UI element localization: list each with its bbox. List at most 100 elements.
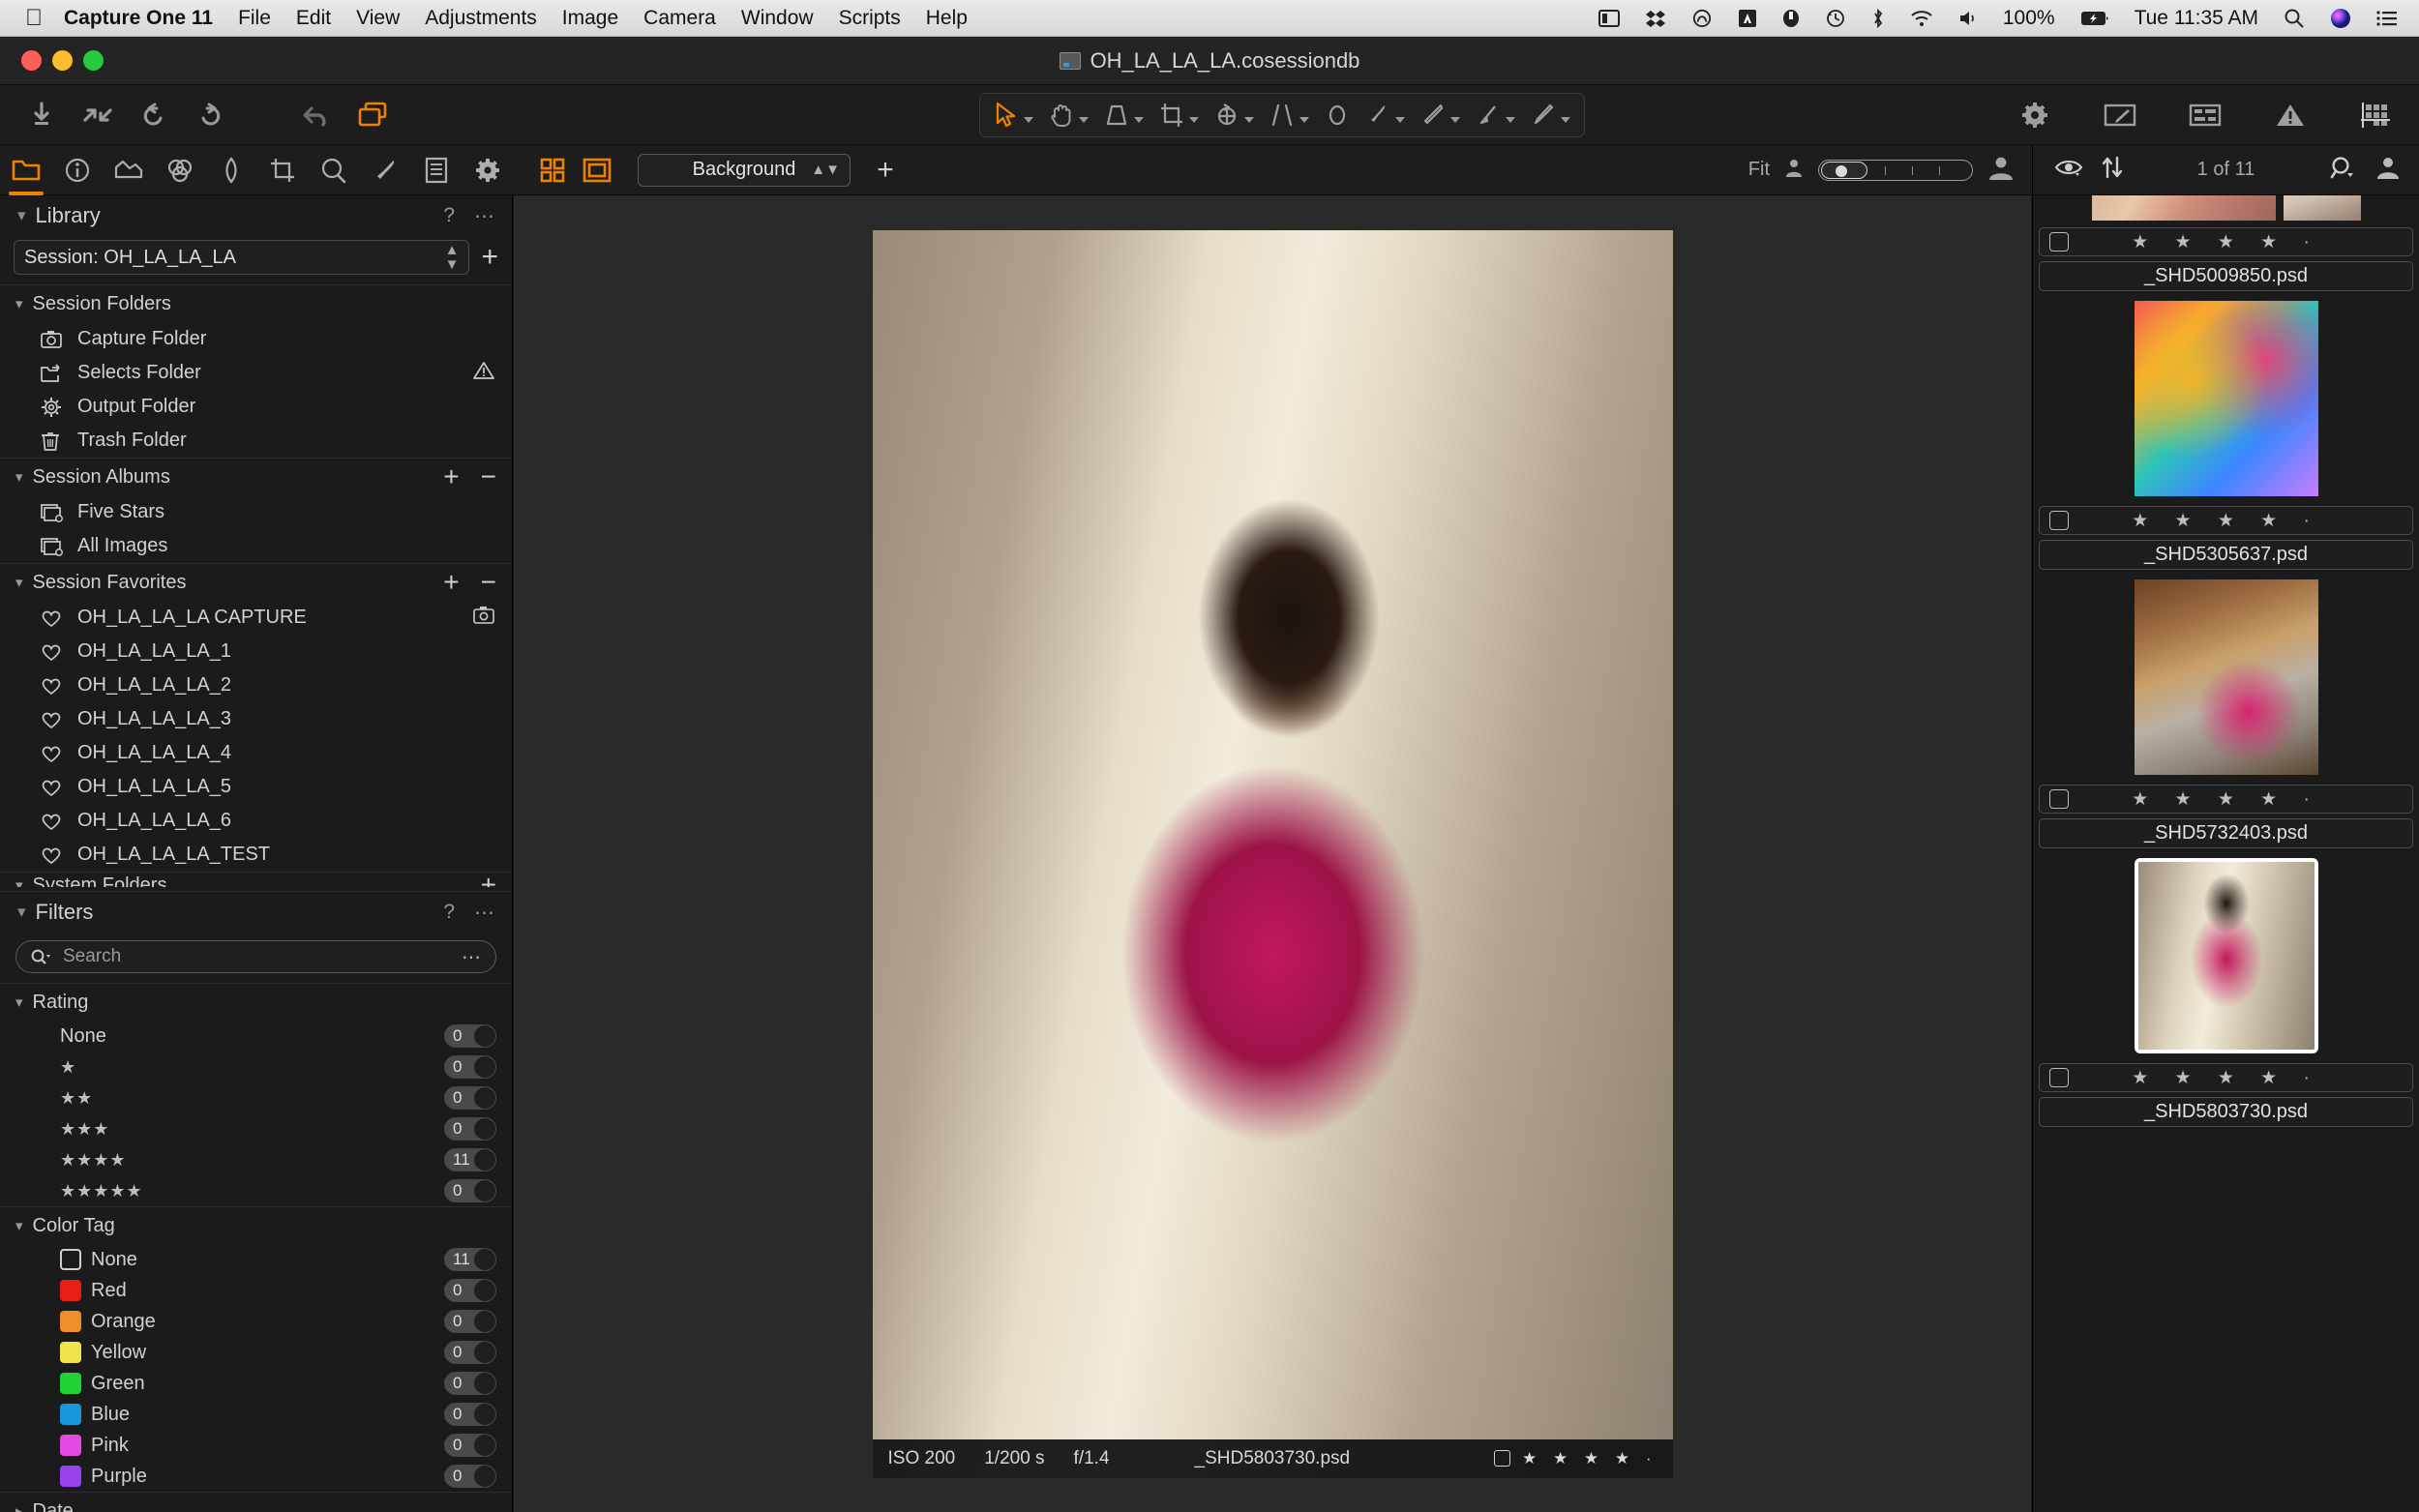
adobe-icon[interactable] bbox=[1738, 9, 1757, 28]
crop-tool[interactable] bbox=[1151, 96, 1207, 134]
rating-row-1[interactable]: ★ 0 bbox=[0, 1052, 512, 1082]
output-tab[interactable] bbox=[466, 151, 509, 190]
library-tab[interactable] bbox=[5, 151, 47, 195]
single-view-icon[interactable] bbox=[578, 153, 616, 188]
thumb-rating-stars[interactable]: ★ ★ ★ ★ · bbox=[2040, 788, 2412, 811]
notification-center-icon[interactable] bbox=[2376, 10, 2398, 27]
bluetooth-icon[interactable] bbox=[1871, 8, 1885, 29]
add-album-button[interactable]: + bbox=[443, 461, 459, 492]
search-icon[interactable] bbox=[2284, 8, 2305, 29]
search-input[interactable]: Search bbox=[63, 946, 121, 967]
menu-item-camera[interactable]: Camera bbox=[643, 7, 716, 30]
color-row-orange[interactable]: Orange 0 bbox=[0, 1306, 512, 1337]
grid-view-icon[interactable] bbox=[533, 153, 572, 188]
thumbnail[interactable] bbox=[2033, 301, 2419, 496]
variants-icon[interactable] bbox=[346, 93, 399, 137]
zoom-icon[interactable] bbox=[2330, 156, 2355, 184]
row-favorite-2[interactable]: OH_LA_LA_LA_2 bbox=[0, 668, 512, 702]
library-more-button[interactable]: ⋯ bbox=[474, 204, 494, 228]
list-item[interactable]: ★ ★ ★ ★ · _SHD5305637.psd bbox=[2033, 506, 2419, 775]
warning-icon[interactable] bbox=[2264, 93, 2316, 137]
thumbnail[interactable] bbox=[2033, 579, 2419, 775]
dropbox-icon[interactable] bbox=[1645, 9, 1666, 28]
layout-icon[interactable] bbox=[2179, 93, 2231, 137]
list-item[interactable]: ★ ★ ★ ★ · _SHD5803730.psd bbox=[2033, 1063, 2419, 1127]
rating-stars[interactable]: ★ ★ ★ ★ · bbox=[1522, 1449, 1657, 1468]
rating-row-2[interactable]: ★★ 0 bbox=[0, 1082, 512, 1113]
rotate-right-icon[interactable] bbox=[184, 93, 236, 137]
lens-tab[interactable] bbox=[107, 151, 150, 190]
details-tab[interactable] bbox=[313, 151, 355, 190]
color-row-pink[interactable]: Pink 0 bbox=[0, 1430, 512, 1461]
sort-icon[interactable] bbox=[2101, 156, 2124, 184]
chevron-down-icon[interactable]: ▾ bbox=[17, 903, 26, 922]
rating-row-none[interactable]: None 0 bbox=[0, 1021, 512, 1052]
rating-count[interactable]: 0 bbox=[444, 1117, 496, 1141]
row-favorite-5[interactable]: OH_LA_LA_LA_5 bbox=[0, 770, 512, 804]
export-icon[interactable] bbox=[72, 93, 124, 137]
session-select[interactable]: Session: OH_LA_LA_LA ▲ ▼ bbox=[14, 240, 470, 275]
close-button[interactable] bbox=[21, 50, 42, 71]
rating-row-3[interactable]: ★★★ 0 bbox=[0, 1113, 512, 1144]
rating-row-4[interactable]: ★★★★ 11 bbox=[0, 1144, 512, 1175]
undo-icon[interactable] bbox=[290, 93, 343, 137]
row-all-images-album[interactable]: All Images bbox=[0, 529, 512, 563]
edit-icon[interactable] bbox=[2094, 93, 2146, 137]
color-row-purple[interactable]: Purple 0 bbox=[0, 1461, 512, 1492]
color-count[interactable]: 0 bbox=[444, 1465, 496, 1488]
viewer-photo[interactable] bbox=[872, 229, 1673, 1478]
pointer-tool[interactable] bbox=[986, 96, 1041, 134]
apple-menu-icon[interactable]:  bbox=[25, 6, 43, 30]
grid-icon[interactable] bbox=[2349, 93, 2402, 137]
camera-icon[interactable] bbox=[473, 606, 512, 630]
color-count[interactable]: 0 bbox=[444, 1341, 496, 1364]
menu-item-help[interactable]: Help bbox=[926, 7, 968, 30]
menu-item-view[interactable]: View bbox=[356, 7, 400, 30]
thumbnail-selected[interactable] bbox=[2033, 858, 2419, 1053]
row-capture-folder[interactable]: Capture Folder bbox=[0, 322, 512, 356]
filters-help-button[interactable]: ? bbox=[443, 901, 455, 924]
chevron-down-icon[interactable]: ▾ bbox=[15, 876, 23, 887]
add-background-button[interactable]: + bbox=[866, 153, 905, 188]
row-favorite-3[interactable]: OH_LA_LA_LA_3 bbox=[0, 702, 512, 736]
rating-count[interactable]: 0 bbox=[444, 1024, 496, 1048]
zoom-slider-knob[interactable] bbox=[1821, 161, 1867, 179]
color-row-blue[interactable]: Blue 0 bbox=[0, 1399, 512, 1430]
metadata-tab[interactable] bbox=[415, 151, 458, 190]
volume-icon[interactable] bbox=[1958, 10, 1978, 27]
chevron-down-icon[interactable]: ▾ bbox=[15, 993, 23, 1011]
search-icon[interactable] bbox=[30, 948, 51, 965]
app-icon[interactable] bbox=[1782, 9, 1800, 28]
menu-item-adjustments[interactable]: Adjustments bbox=[425, 7, 537, 30]
list-item[interactable]: ★ ★ ★ ★ · _SHD5009850.psd bbox=[2033, 227, 2419, 496]
gear-icon[interactable] bbox=[2009, 93, 2061, 137]
warning-icon[interactable] bbox=[473, 361, 512, 386]
thumb-meta-row[interactable]: ★ ★ ★ ★ · bbox=[2039, 785, 2413, 814]
thumb-meta-row[interactable]: ★ ★ ★ ★ · bbox=[2039, 227, 2413, 256]
add-session-button[interactable]: + bbox=[481, 241, 498, 274]
chevron-down-icon[interactable]: ▾ bbox=[15, 574, 23, 591]
crop-tab[interactable] bbox=[261, 151, 304, 190]
adjustments-tab[interactable] bbox=[364, 151, 406, 190]
gradient-tool[interactable] bbox=[1468, 96, 1523, 134]
exposure-tab[interactable] bbox=[210, 151, 253, 190]
color-count[interactable]: 11 bbox=[444, 1248, 496, 1271]
session-folders-header[interactable]: ▾ Session Folders bbox=[0, 285, 512, 322]
keystone-tool[interactable] bbox=[1096, 96, 1151, 134]
thumb-meta-row[interactable]: ★ ★ ★ ★ · bbox=[2039, 506, 2413, 535]
add-favorite-button[interactable]: + bbox=[443, 567, 459, 598]
rating-count[interactable]: 0 bbox=[444, 1179, 496, 1202]
nvidia-icon[interactable] bbox=[1691, 9, 1713, 28]
row-favorite-6[interactable]: OH_LA_LA_LA_6 bbox=[0, 804, 512, 838]
remove-favorite-button[interactable]: − bbox=[481, 567, 496, 598]
siri-icon[interactable] bbox=[2330, 8, 2351, 29]
chevron-right-icon[interactable]: ▸ bbox=[15, 1502, 23, 1512]
library-help-button[interactable]: ? bbox=[443, 204, 455, 227]
rotate-left-icon[interactable] bbox=[128, 93, 180, 137]
zoom-slider[interactable] bbox=[1818, 159, 1973, 181]
menu-item-window[interactable]: Window bbox=[741, 7, 814, 30]
row-favorite-test[interactable]: OH_LA_LA_LA_TEST bbox=[0, 838, 512, 872]
menu-item-edit[interactable]: Edit bbox=[296, 7, 331, 30]
straighten-tool[interactable] bbox=[1262, 96, 1317, 134]
thumb-meta-row[interactable]: ★ ★ ★ ★ · bbox=[2039, 1063, 2413, 1092]
